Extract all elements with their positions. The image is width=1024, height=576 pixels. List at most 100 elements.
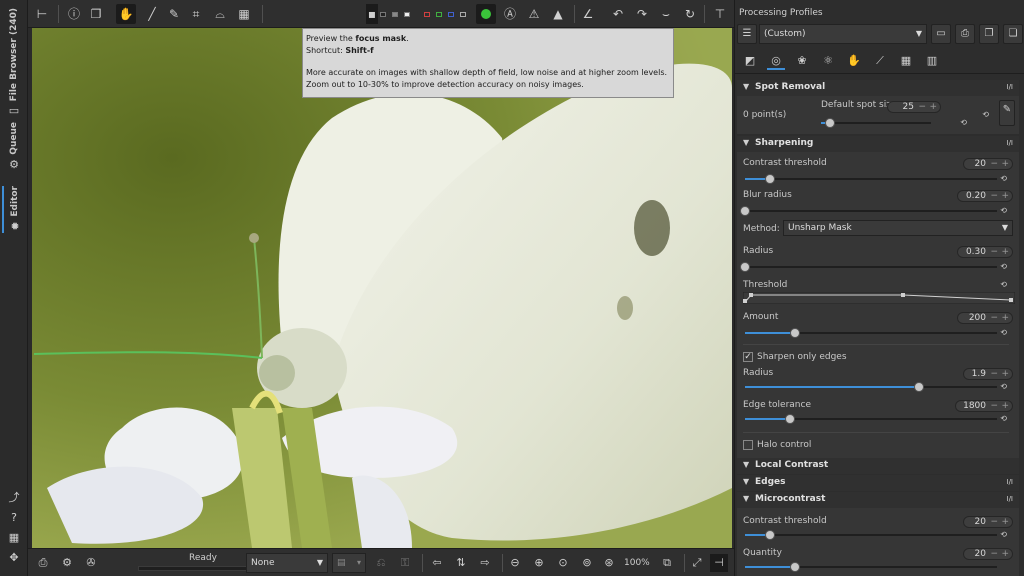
snapshot-icon[interactable]: ❐ — [86, 4, 106, 24]
channel-red-icon[interactable] — [424, 12, 430, 17]
profile-select[interactable]: None ▼ — [246, 553, 328, 573]
tab-color[interactable]: ❀ — [793, 52, 811, 70]
reset-icon[interactable]: ⟲ — [982, 110, 989, 119]
edges-toggle[interactable]: I/I — [1007, 478, 1014, 486]
radius-slider[interactable] — [740, 262, 997, 272]
focus-mask-icon[interactable] — [476, 4, 496, 24]
method-select[interactable]: Unsharp Mask ▼ — [783, 220, 1013, 236]
history-icon[interactable]: ⊢ — [32, 4, 52, 24]
microcontrast-header[interactable]: ▼ Microcontrast I/I — [737, 492, 1019, 508]
before-after-icon[interactable]: ⎌ — [372, 554, 390, 572]
zoom-fit-icon[interactable]: ⊙ — [554, 554, 572, 572]
sharpening-header[interactable]: ▼ Sharpening I/I — [737, 136, 1019, 152]
halo-control-checkbox[interactable] — [743, 440, 753, 450]
open-profile-icon[interactable]: ▭ — [931, 24, 951, 44]
hand-icon[interactable]: ✋ — [116, 4, 136, 24]
rotate-left-icon[interactable]: ↶ — [608, 4, 628, 24]
sync-icon[interactable]: ⇅ — [452, 554, 470, 572]
channel-blue-icon[interactable] — [448, 12, 454, 17]
bg-white-icon[interactable] — [404, 12, 410, 17]
warning2-icon[interactable]: ▲ — [548, 4, 568, 24]
new-window-icon[interactable]: ⧉ — [658, 554, 676, 572]
tab-local[interactable]: ✋ — [845, 52, 863, 70]
tab-editor[interactable]: Editor ✹ — [2, 186, 26, 233]
default-spot-spin[interactable]: 25− + — [887, 101, 941, 113]
bg-color-icon[interactable]: ▪ — [366, 4, 378, 24]
zoom-100-icon[interactable]: ⊛ — [600, 554, 618, 572]
prev-image-icon[interactable]: ⇦ — [428, 554, 446, 572]
help-icon[interactable]: ? — [8, 512, 20, 524]
blur-radius-slider[interactable] — [740, 206, 997, 216]
reset-icon[interactable]: ⟲ — [960, 118, 967, 127]
histogram-icon[interactable]: ∠ — [578, 4, 598, 24]
before-lock-icon[interactable]: ⚿ — [396, 554, 414, 572]
radius-spin[interactable]: 0.30− + — [957, 246, 1013, 258]
micro-contrast-spin[interactable]: 20− + — [963, 516, 1013, 528]
tab-advanced[interactable]: ⚛ — [819, 52, 837, 70]
graph-icon[interactable]: ⤴ — [8, 492, 20, 504]
reset-icon[interactable]: ⟲ — [1000, 174, 1007, 183]
edit-spots-icon[interactable]: ✎ — [999, 100, 1015, 126]
amount-spin[interactable]: 200− + — [957, 312, 1013, 324]
edge-tolerance-slider[interactable] — [745, 414, 997, 424]
next-image-icon[interactable]: ⇨ — [476, 554, 494, 572]
sharpen-edges-checkbox[interactable]: ✓ — [743, 352, 753, 362]
flip-h-icon[interactable]: ⌣ — [656, 4, 676, 24]
tab-metadata[interactable]: ▥ — [923, 52, 941, 70]
fullscreen-icon[interactable]: ⤢ — [688, 554, 706, 572]
local-contrast-header[interactable]: ▼ Local Contrast — [737, 458, 1019, 474]
reset-icon[interactable]: ⟲ — [1000, 530, 1007, 539]
channel-green-icon[interactable] — [436, 12, 442, 17]
reset-icon[interactable]: ⟲ — [1000, 262, 1007, 271]
zoom-fit-crop-icon[interactable]: ⊚ — [578, 554, 596, 572]
paste-profile-icon[interactable]: ❏ — [1003, 24, 1023, 44]
clip-high-icon[interactable]: Ⓐ — [500, 4, 520, 24]
quantity-spin[interactable]: 20− + — [963, 548, 1013, 560]
flip-v-icon[interactable]: ↻ — [680, 4, 700, 24]
queue-add-icon[interactable]: ⚙ — [58, 554, 76, 572]
channel-lum-icon[interactable] — [460, 12, 466, 17]
picker-icon[interactable]: ╱ — [142, 4, 162, 24]
threshold-curve[interactable] — [743, 292, 1015, 304]
tab-queue[interactable]: Queue ⚙ — [2, 122, 26, 171]
copy-profile-icon[interactable]: ❐ — [979, 24, 999, 44]
contrast-threshold-slider[interactable] — [745, 174, 997, 184]
info-icon[interactable]: ⓘ — [64, 4, 84, 24]
tab-file-browser[interactable]: File Browser (240) ▭ — [2, 8, 26, 117]
save-profile-icon[interactable]: ⎙ — [955, 24, 975, 44]
send-editor-icon[interactable]: ✇ — [82, 554, 100, 572]
edges-radius-slider[interactable] — [745, 382, 997, 392]
bg-black-icon[interactable] — [380, 12, 386, 17]
move-icon[interactable]: ✥ — [8, 552, 20, 564]
save-icon[interactable]: ⎙ — [34, 554, 52, 572]
edge-tolerance-spin[interactable]: 1800− + — [955, 400, 1013, 412]
rotate-right-icon[interactable]: ↷ — [632, 4, 652, 24]
micro-contrast-slider[interactable] — [745, 530, 997, 540]
image-preview[interactable] — [32, 28, 732, 548]
reset-icon[interactable]: ⟲ — [1000, 414, 1007, 423]
edges-radius-spin[interactable]: 1.9− + — [963, 368, 1013, 380]
panel-toggle-icon[interactable]: ⊣ — [710, 554, 728, 572]
bg-grey-icon[interactable] — [392, 12, 398, 17]
contrast-threshold-spin[interactable]: 20− + — [963, 158, 1013, 170]
default-spot-slider[interactable] — [821, 118, 931, 128]
reset-icon[interactable]: ⟲ — [1000, 206, 1007, 215]
profile-combo[interactable]: (Custom) ▼ — [759, 24, 927, 44]
straighten-icon[interactable]: ⌓ — [210, 4, 230, 24]
amount-slider[interactable] — [745, 328, 997, 338]
zoom-out-icon[interactable]: ⊖ — [506, 554, 524, 572]
reset-icon[interactable]: ⟲ — [1000, 280, 1007, 289]
quantity-slider[interactable] — [745, 562, 997, 572]
keyboard-icon[interactable]: ▦ — [8, 532, 20, 544]
tab-transform[interactable]: ⟋ — [871, 52, 889, 70]
perspective-icon[interactable]: ▦ — [234, 4, 254, 24]
spot-removal-header[interactable]: ▼ Spot Removal I/I — [737, 80, 1019, 96]
tab-detail[interactable]: ◎ — [767, 52, 785, 70]
spot-removal-toggle[interactable]: I/I — [1007, 83, 1014, 91]
crop-icon[interactable]: ⌗ — [186, 4, 206, 24]
tab-raw[interactable]: ▦ — [897, 52, 915, 70]
profile-list-icon[interactable]: ☰ — [737, 24, 757, 44]
reset-icon[interactable]: ⟲ — [1000, 328, 1007, 337]
zoom-in-icon[interactable]: ⊕ — [530, 554, 548, 572]
wb-picker-icon[interactable]: ✎ — [164, 4, 184, 24]
